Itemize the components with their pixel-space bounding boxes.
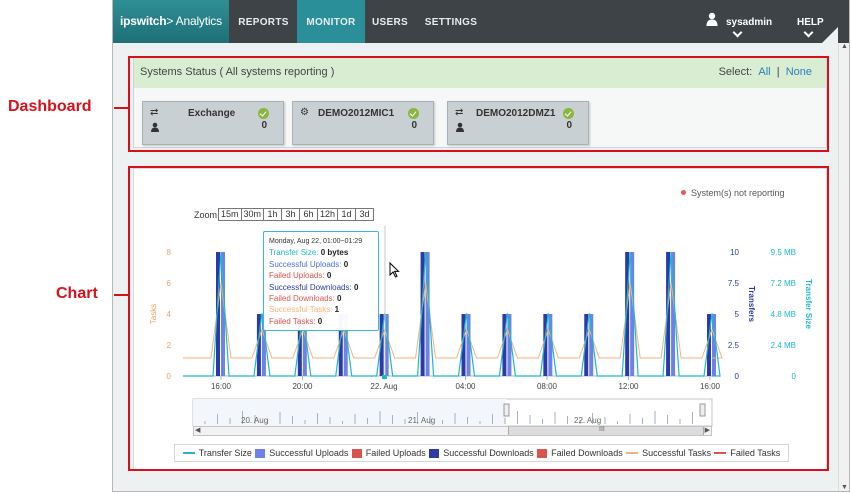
dashboard-highlight-box bbox=[128, 56, 829, 152]
dashboard-callout-line bbox=[114, 107, 128, 109]
page-scrollbar[interactable]: ▲ ▼ bbox=[838, 43, 849, 491]
chart-highlight-box bbox=[128, 166, 829, 471]
scroll-down-arrow-icon[interactable]: ▼ bbox=[841, 484, 848, 491]
screenshot: ipswitch> Analytics REPORTS MONITOR USER… bbox=[0, 0, 851, 493]
chart-callout-label: Chart bbox=[56, 285, 98, 302]
chart-callout-line bbox=[114, 294, 128, 296]
dashboard-callout-label: Dashboard bbox=[8, 98, 92, 115]
scroll-up-arrow-icon[interactable]: ▲ bbox=[841, 43, 848, 50]
